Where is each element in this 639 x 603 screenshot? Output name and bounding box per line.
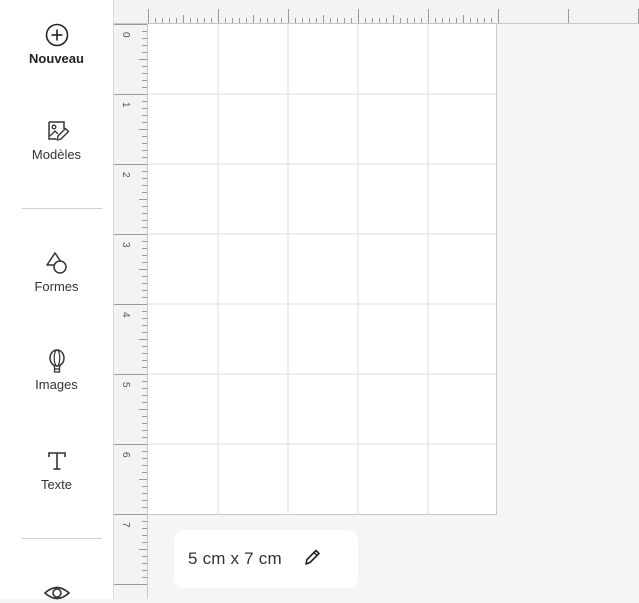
plus-circle-icon [45, 23, 68, 47]
shapes-button[interactable]: Formes [0, 250, 113, 294]
templates-label: Modèles [31, 147, 82, 162]
ruler-label: 4 [120, 312, 131, 318]
templates-button[interactable]: Modèles [0, 118, 113, 162]
sidebar-divider [22, 538, 102, 539]
shapes-icon [45, 252, 67, 274]
ruler-label: 1 [120, 102, 131, 108]
text-t-icon [47, 452, 66, 470]
shapes-label: Formes [34, 279, 79, 294]
images-button[interactable]: Images [0, 348, 113, 392]
ruler-label: 7 [120, 522, 131, 528]
left-toolbar: Nouveau Modèles Formes Images Texte [0, 0, 114, 600]
vertical-ruler: 0 1 2 3 4 5 6 7 [114, 24, 148, 599]
ruler-label: 6 [120, 452, 131, 458]
ruler-label: 3 [120, 242, 131, 248]
balloon-icon [48, 349, 65, 373]
canvas-size-control[interactable]: 5 cm x 7 cm [174, 530, 358, 588]
canvas-grid [148, 24, 497, 515]
new-label: Nouveau [29, 51, 84, 66]
text-button[interactable]: Texte [0, 448, 113, 492]
ruler-label: 0 [120, 32, 131, 38]
horizontal-ruler-ticks [148, 9, 639, 23]
canvas-size-label: 5 cm x 7 cm [188, 549, 282, 568]
eye-icon [43, 586, 70, 600]
design-canvas[interactable] [148, 24, 497, 515]
ruler-label: 5 [120, 382, 131, 388]
pencil-icon[interactable] [302, 547, 322, 572]
text-label: Texte [40, 477, 73, 492]
image-edit-icon [47, 121, 69, 141]
horizontal-ruler [114, 0, 639, 24]
vertical-ruler-ticks: 0 1 2 3 4 5 6 7 [114, 24, 147, 585]
view-button[interactable] [0, 583, 113, 603]
new-button[interactable]: Nouveau [0, 22, 113, 66]
sidebar-divider [22, 208, 102, 209]
ruler-label: 2 [120, 172, 131, 178]
images-label: Images [35, 377, 78, 392]
